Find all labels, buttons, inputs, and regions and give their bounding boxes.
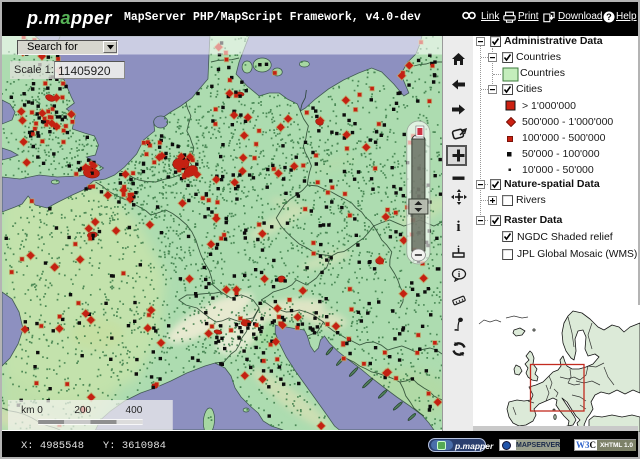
svg-text:i: i: [458, 269, 461, 279]
svg-text:i: i: [457, 244, 460, 256]
svg-text:?: ?: [606, 12, 612, 22]
svg-text:200: 200: [74, 405, 91, 416]
svg-text:400: 400: [126, 405, 143, 416]
svg-text:i: i: [456, 219, 460, 233]
svg-text:km 0: km 0: [21, 405, 43, 416]
